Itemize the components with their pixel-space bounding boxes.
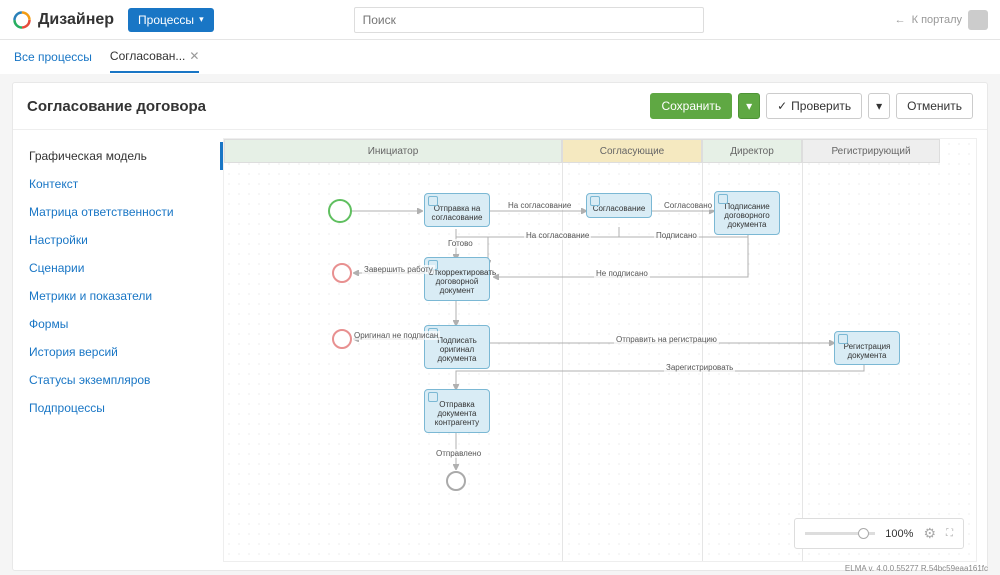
- portal-link[interactable]: ← К порталу: [895, 10, 988, 30]
- zoom-value: 100%: [885, 528, 913, 540]
- label-ready: Готово: [446, 239, 475, 248]
- lane-initiator: Инициатор: [224, 139, 562, 163]
- sidebar-item-responsibility[interactable]: Матрица ответственности: [13, 198, 223, 226]
- tab-all-processes[interactable]: Все процессы: [14, 42, 92, 72]
- end-node-2[interactable]: [332, 329, 352, 349]
- diagram-canvas[interactable]: Инициатор Согласующие Директор Регистрир…: [223, 138, 977, 562]
- label-not-approved: На согласование: [524, 231, 591, 240]
- label-not-signed: Не подписано: [594, 269, 650, 278]
- task-sign-director[interactable]: Подписание договорного документа: [714, 191, 780, 235]
- cancel-button[interactable]: Отменить: [896, 93, 973, 119]
- search-input[interactable]: [354, 7, 704, 33]
- label-orig-not-signed: Оригинал не подписан: [352, 331, 440, 340]
- app-name: Дизайнер: [38, 11, 114, 29]
- task-send-contractor[interactable]: Отправка документа контрагенту: [424, 389, 490, 433]
- sidebar-item-graphical-model[interactable]: Графическая модель: [13, 142, 223, 170]
- end-node-1[interactable]: [332, 263, 352, 283]
- zoom-slider[interactable]: [805, 532, 875, 535]
- sidebar-item-statuses[interactable]: Статусы экземпляров: [13, 366, 223, 394]
- label-sent: Отправлено: [434, 449, 483, 458]
- fullscreen-icon[interactable]: ⛶: [946, 528, 953, 539]
- label-send-reg: Отправить на регистрацию: [614, 335, 719, 344]
- tab-current-process[interactable]: Согласован...✕: [110, 41, 200, 73]
- task-approval[interactable]: Согласование: [586, 193, 652, 218]
- sidebar-item-forms[interactable]: Формы: [13, 310, 223, 338]
- task-correct[interactable]: Откорректировать договорной документ: [424, 257, 490, 301]
- task-register[interactable]: Регистрация документа: [834, 331, 900, 365]
- sidebar-item-context[interactable]: Контекст: [13, 170, 223, 198]
- lane-approvers: Согласующие: [562, 139, 702, 163]
- check-button[interactable]: ✓ Проверить: [766, 93, 862, 119]
- label-finish: Завершить работу: [362, 265, 435, 274]
- save-dropdown[interactable]: ▾: [738, 93, 760, 119]
- start-node[interactable]: [328, 199, 352, 223]
- sidebar-item-subprocesses[interactable]: Подпроцессы: [13, 394, 223, 422]
- zoom-control[interactable]: 100% ⚙ ⛶: [794, 518, 964, 549]
- label-signed: Подписано: [654, 231, 699, 240]
- sidebar-item-scenarios[interactable]: Сценарии: [13, 254, 223, 282]
- sidebar: Графическая модель Контекст Матрица отве…: [13, 130, 223, 570]
- label-approved: Согласовано: [662, 201, 714, 210]
- task-send-approval[interactable]: Отправка на согласование: [424, 193, 490, 227]
- sidebar-item-metrics[interactable]: Метрики и показатели: [13, 282, 223, 310]
- version-label: ELMA v. 4.0.0.55277 R.54bc59eaa161fc: [845, 564, 988, 573]
- close-icon[interactable]: ✕: [189, 49, 199, 63]
- lane-registrar: Регистрирующий: [802, 139, 940, 163]
- processes-dropdown[interactable]: Процессы: [128, 8, 214, 32]
- avatar[interactable]: [968, 10, 988, 30]
- sidebar-item-versions[interactable]: История версий: [13, 338, 223, 366]
- lane-director: Директор: [702, 139, 802, 163]
- end-node-3[interactable]: [446, 471, 466, 491]
- gear-icon[interactable]: ⚙: [923, 525, 936, 542]
- sidebar-item-settings[interactable]: Настройки: [13, 226, 223, 254]
- save-button[interactable]: Сохранить: [650, 93, 732, 119]
- label-registered: Зарегистрировать: [664, 363, 735, 372]
- page-title: Согласование договора: [27, 98, 206, 115]
- logo-icon: [12, 10, 32, 30]
- label-to-approval: На согласование: [506, 201, 573, 210]
- check-dropdown[interactable]: ▾: [868, 93, 890, 119]
